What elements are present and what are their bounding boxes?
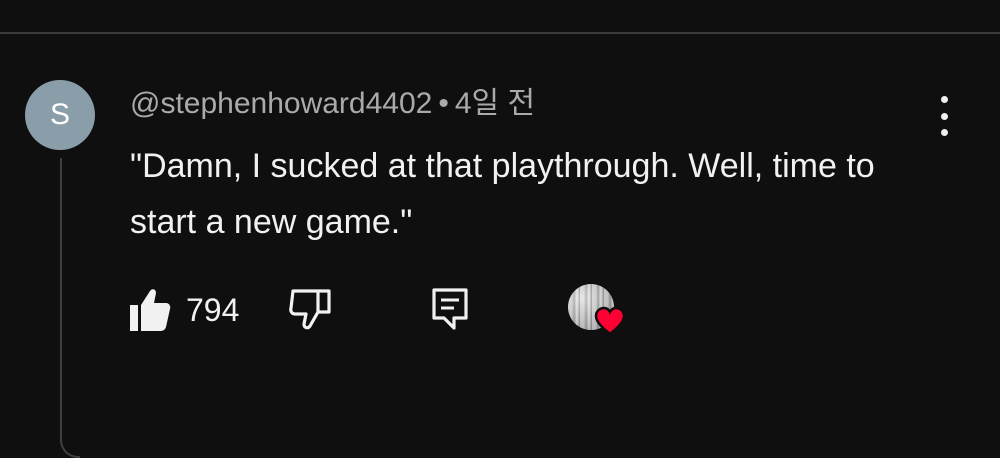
thumbs-down-outline-icon <box>289 289 331 330</box>
reply-button[interactable] <box>430 286 470 337</box>
vertical-ellipsis-icon <box>940 96 948 103</box>
more-options-button[interactable] <box>926 94 962 138</box>
thumbs-up-filled-icon <box>130 289 171 331</box>
thread-connector-line <box>60 158 80 458</box>
comment-timestamp: 4일 전 <box>454 87 536 120</box>
comment-reply-icon <box>432 288 468 330</box>
commenter-handle[interactable]: @stephenhoward4402 <box>130 87 432 120</box>
comment-text: "Damn, I sucked at that playthrough. Wel… <box>130 147 875 241</box>
like-button[interactable]: 794 <box>128 284 239 336</box>
avatar-letter: S <box>49 98 70 131</box>
meta-separator: • <box>438 87 449 120</box>
like-count: 794 <box>186 292 240 328</box>
heart-icon <box>594 306 626 336</box>
creator-heart-badge <box>566 284 634 340</box>
dislike-button[interactable] <box>288 288 334 337</box>
comment-meta: @stephenhoward4402 • 4일 전 <box>130 84 535 124</box>
section-divider <box>0 32 1000 34</box>
commenter-avatar[interactable]: S <box>25 80 95 150</box>
